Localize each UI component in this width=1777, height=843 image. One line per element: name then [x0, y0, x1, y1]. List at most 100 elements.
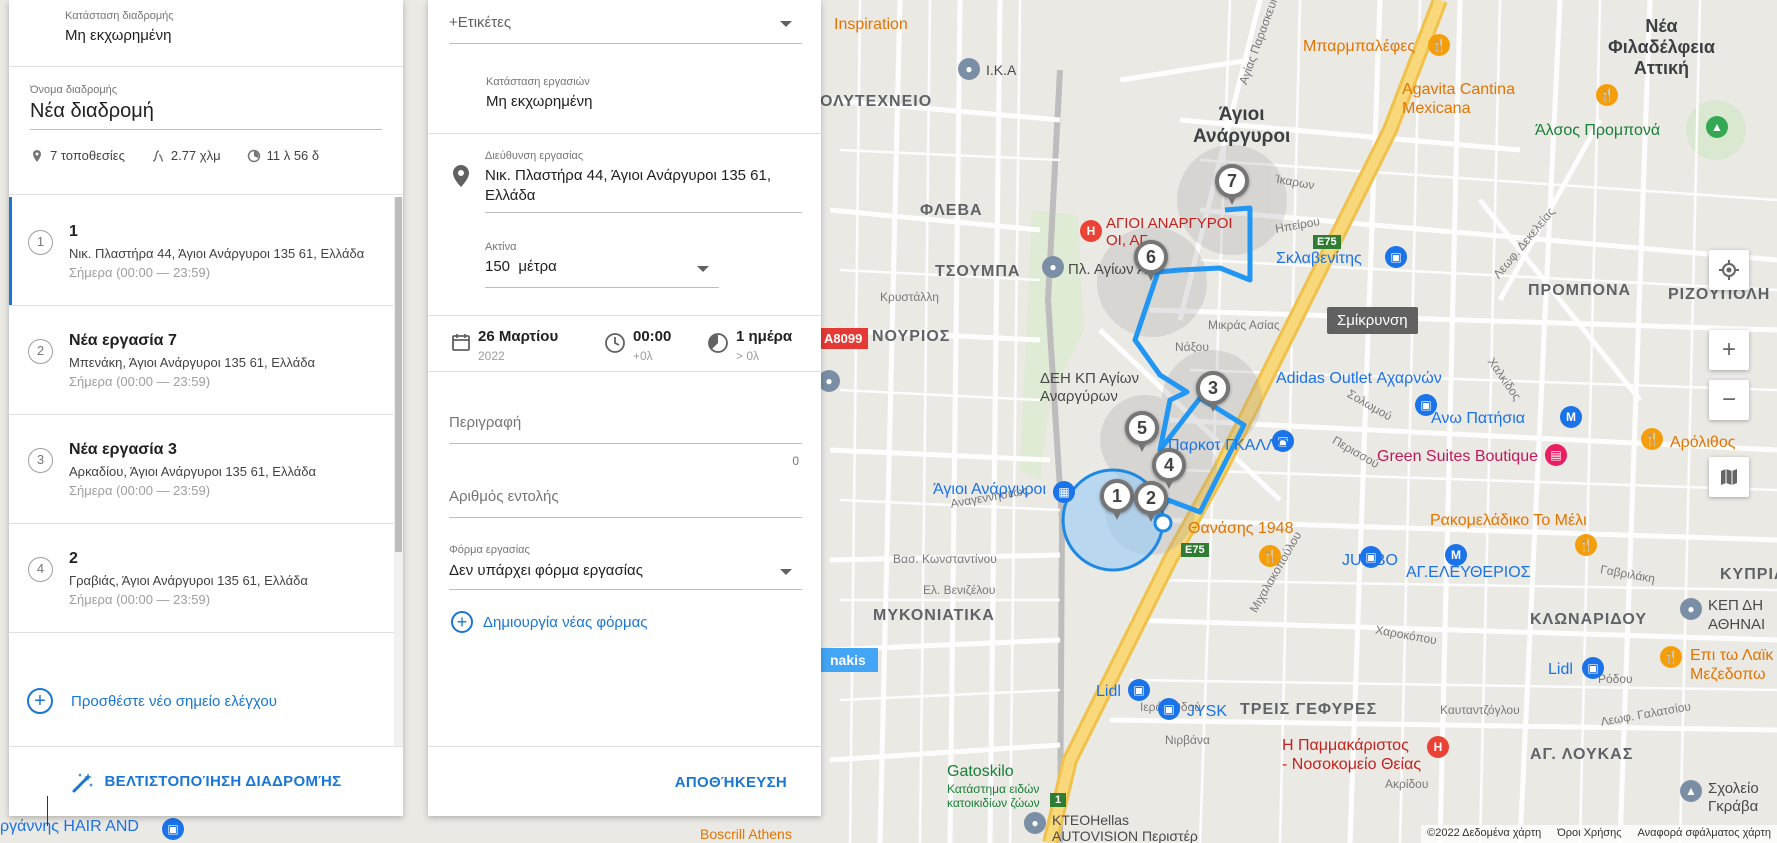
poi-epi-tw[interactable]: Επι τω Λαϊκ Μεζεδοπω	[1690, 646, 1773, 684]
map-type-button[interactable]	[1709, 457, 1749, 497]
report-error-link[interactable]: Αναφορά σφάλματος χάρτη	[1638, 827, 1771, 841]
restaurant-icon[interactable]: 🍴	[1575, 534, 1597, 556]
save-button[interactable]: ΑΠΟΘΉΚΕΥΣΗ	[675, 774, 787, 791]
stop-address: Αρκαδίου, Άγιοι Ανάργυροι 135 61, Ελλάδα	[69, 464, 317, 479]
park-icon[interactable]: ▲	[1706, 116, 1728, 138]
jumbo-icon[interactable]: ▣	[1360, 546, 1382, 568]
stop-item-2[interactable]: 2 Νέα εργασία 7 Μπενάκη, Άγιοι Ανάργυροι…	[9, 306, 403, 415]
restaurant-icon[interactable]: 🍴	[1596, 84, 1618, 106]
location-icon[interactable]: ●	[818, 370, 840, 392]
shopping-icon[interactable]: ▣	[1385, 246, 1407, 268]
route-marker-1[interactable]: 1	[1100, 479, 1134, 520]
poi-jysk[interactable]: JYSK	[1187, 703, 1227, 721]
description-input[interactable]: Περιγραφή	[449, 414, 802, 444]
route-distance-icon	[152, 149, 164, 162]
poi-thanasis[interactable]: Θανάσης 1948	[1188, 520, 1293, 538]
poi-alsos[interactable]: Άλσος Προμπονά	[1535, 122, 1660, 140]
create-form-button[interactable]: + Δημιουργία νέας φόρμας	[451, 611, 648, 633]
route-marker-2[interactable]: 2	[1134, 481, 1168, 522]
route-marker-3[interactable]: 3	[1196, 371, 1230, 412]
route-marker-4[interactable]: 4	[1152, 448, 1186, 489]
poi-kep[interactable]: ΚΕΠ ΔΗ ΑΘΗΝΑΙ	[1708, 596, 1765, 634]
restaurant-icon[interactable]: 🍴	[1660, 646, 1682, 668]
task-status-value[interactable]: Μη εκχωρημένη	[486, 93, 763, 110]
stop-item-1[interactable]: 1 1 Νικ. Πλαστήρα 44, Άγιοι Ανάργυροι 13…	[9, 197, 403, 306]
optimize-route-button[interactable]: ΒΕΛΤΙΣΤΟΠΟΊΗΣΗ ΔΙΑΔΡΟΜΉΣ	[9, 746, 403, 816]
poi-green-suites[interactable]: Green Suites Boutique	[1377, 448, 1538, 466]
poi-lidl-right[interactable]: Lidl	[1548, 661, 1573, 679]
radius-select[interactable]: 150 μέτρα	[485, 258, 719, 288]
route-marker-5[interactable]: 5	[1125, 411, 1159, 452]
hospital-icon[interactable]: H	[1080, 220, 1102, 242]
area-label-mykoniatika: ΜΥΚΟΝΙΑΤΙΚΑ	[873, 607, 995, 624]
poi-ano-patisia[interactable]: Άνω Πατήσια	[1431, 410, 1525, 428]
poi-gatoskilo[interactable]: Gatoskilo	[947, 763, 1014, 781]
hotel-icon[interactable]: ▤	[1545, 444, 1567, 466]
tags-select[interactable]: +Ετικέτες	[449, 14, 802, 44]
poi-deh[interactable]: ΔΕΗ ΚΠ Αγίων Αναργύρων	[1040, 370, 1139, 406]
shopping-icon[interactable]: ▣	[1128, 679, 1150, 701]
street-label: Μικράς Ασίας	[1208, 318, 1280, 332]
location-icon[interactable]: ●	[1024, 812, 1046, 834]
terms-link[interactable]: Όροι Χρήσης	[1557, 827, 1621, 841]
shopping-icon[interactable]: ▣	[1582, 657, 1604, 679]
government-icon[interactable]: ●	[1680, 598, 1702, 620]
school-icon[interactable]: ▲	[1680, 780, 1702, 802]
location-icon[interactable]: ●	[958, 58, 980, 80]
train-icon[interactable]: ▦	[1053, 481, 1075, 503]
resize-handle[interactable]	[47, 796, 48, 826]
poi-hair[interactable]: ργάννης HAIR AND	[0, 818, 139, 836]
restaurant-icon[interactable]: 🍴	[1428, 34, 1450, 56]
zoom-out-button[interactable]: −	[1709, 380, 1749, 420]
metro-icon[interactable]: M	[1560, 406, 1582, 428]
landmark-icon[interactable]: ●	[1042, 256, 1064, 278]
poi-souvlaki[interactable]: Boscrill Athens	[700, 826, 792, 842]
poi-ika[interactable]: Ι.Κ.Α	[986, 62, 1016, 78]
poi-ktel[interactable]: ΚΤΕΟHellas AUTOVISION Περιστέρ	[1052, 812, 1198, 843]
poi-lidl[interactable]: Lidl	[1096, 683, 1121, 701]
poi-inspiration[interactable]: Inspiration	[834, 16, 908, 34]
route-marker-7[interactable]: 7	[1215, 164, 1249, 205]
stop-item-3[interactable]: 3 Νέα εργασία 3 Αρκαδίου, Άγιοι Ανάργυρο…	[9, 415, 403, 524]
poi-hospital[interactable]: ΑΓΙΟΙ ΑΝΑΡΓΥΡΟΙ ΟΙ, ΑΓ	[1106, 215, 1233, 249]
add-checkpoint-button[interactable]: + Προσθέστε νέο σημείο ελέγχου	[27, 688, 277, 714]
poi-sxoleio[interactable]: Σχολείο Γκράβα	[1708, 780, 1759, 816]
route-name-input[interactable]: Νέα διαδρομή	[30, 100, 382, 130]
route-status-value[interactable]: Μη εκχωρημένη	[65, 27, 347, 44]
area-text: Άγιοι Ανάργυροι	[1193, 104, 1291, 147]
poi-pammakaristos[interactable]: Η Παμμακάριστος - Νοσοκομείο Θείας	[1282, 736, 1421, 774]
shopping-icon[interactable]: ▣	[1158, 698, 1180, 720]
order-number-input[interactable]: Αριθμός εντολής	[449, 488, 802, 518]
area-label-klonaridou: ΚΛΩΝΑΡΙΔΟΥ	[1530, 611, 1648, 628]
description-counter: 0	[792, 454, 799, 468]
poi-rakomeladiko[interactable]: Ρακομελάδικο Το Μέλι	[1430, 512, 1587, 530]
time-picker[interactable]: 00:00 +0λ	[604, 328, 671, 363]
poi-arolithos[interactable]: Αρόλιθος	[1670, 434, 1735, 452]
restaurant-icon[interactable]: 🍴	[1259, 545, 1281, 567]
duration-picker[interactable]: 1 ημέρα > 0λ	[707, 328, 792, 363]
poi-sklavenitis[interactable]: Σκλαβενίτης	[1276, 250, 1362, 268]
poi-agioi-station[interactable]: Άγιοι Ανάργυροι	[933, 481, 1046, 499]
restaurant-icon[interactable]: 🍴	[1641, 428, 1663, 450]
task-form-select[interactable]: Δεν υπάρχει φόρμα εργασίας	[449, 562, 802, 590]
stat-distance: 2.77 χλμ	[151, 148, 221, 163]
date-picker[interactable]: 26 Μαρτίου 2022	[451, 328, 558, 363]
poi-mparmpalefes[interactable]: Μπαρμπαλέφες	[1303, 38, 1415, 56]
stop-item-4[interactable]: 4 2 Γραβιάς, Άγιοι Ανάργυροι 135 61, Ελλ…	[9, 524, 403, 633]
area-label-treis-gefyres: ΤΡΕΙΣ ΓΕΦΥΡΕΣ	[1240, 701, 1378, 718]
scrollbar-thumb[interactable]	[395, 197, 402, 552]
poi-ag-eleftherios[interactable]: ΑΓ.ΕΛΕΥΘΕΡΙΟΣ	[1406, 564, 1531, 582]
hospital-icon[interactable]: H	[1427, 736, 1449, 758]
poi-adidas[interactable]: Adidas Outlet Αχαρνών	[1276, 370, 1442, 388]
optimize-route-label: ΒΕΛΤΙΣΤΟΠΟΊΗΣΗ ΔΙΑΔΡΟΜΉΣ	[104, 773, 342, 790]
my-location-button[interactable]	[1709, 250, 1749, 290]
metro-icon[interactable]: M	[1445, 544, 1467, 566]
street-label: Βασ. Κωνσταντίνου	[893, 552, 997, 566]
shopping-icon[interactable]: ▣	[162, 818, 184, 840]
poi-gkallo[interactable]: Παρκοτ ΓΚΑΛΛΟ	[1168, 437, 1289, 455]
poi-agavita[interactable]: Agavita Cantina Mexicana	[1402, 80, 1515, 118]
route-marker-6[interactable]: 6	[1134, 240, 1168, 281]
address-input[interactable]: Νικ. Πλαστήρα 44, Άγιοι Ανάργυροι 135 61…	[485, 166, 802, 213]
stop-list-scrollbar[interactable]	[394, 197, 403, 747]
zoom-in-button[interactable]: +	[1709, 330, 1749, 370]
